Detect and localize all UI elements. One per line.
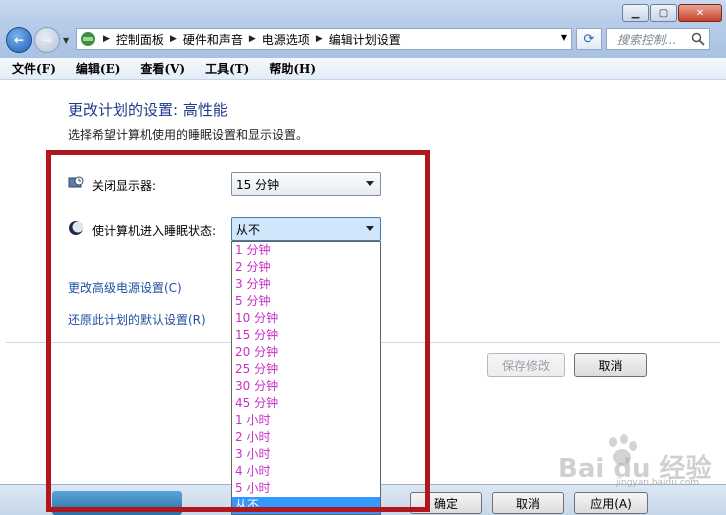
- address-bar[interactable]: ▶ 控制面板 ▶ 硬件和声音 ▶ 电源选项 ▶ 编辑计划设置 ▼: [76, 28, 572, 50]
- address-dropdown-icon[interactable]: ▼: [561, 33, 567, 42]
- sleep-option[interactable]: 15 分钟: [232, 327, 380, 344]
- breadcrumb: 控制面板 ▶ 硬件和声音 ▶ 电源选项 ▶ 编辑计划设置: [116, 31, 401, 48]
- menu-bar: 文件(F) 编辑(E) 查看(V) 工具(T) 帮助(H): [0, 58, 726, 80]
- forward-arrow-icon[interactable]: →: [34, 27, 60, 53]
- breadcrumb-separator-icon: ▶: [103, 34, 110, 44]
- breadcrumb-separator-icon[interactable]: ▶: [316, 34, 323, 44]
- sleep-option[interactable]: 3 小时: [232, 446, 380, 463]
- display-off-select[interactable]: 15 分钟: [231, 172, 381, 196]
- sleep-options-list[interactable]: 1 分钟 2 分钟 3 分钟 5 分钟 10 分钟 15 分钟 20 分钟 25 分钟 30 分…: [231, 241, 381, 515]
- breadcrumb-separator-icon[interactable]: ▶: [249, 34, 256, 44]
- watermark-url: jingyan.baidu.com: [616, 478, 700, 488]
- sleep-option[interactable]: 1 分钟: [232, 242, 380, 259]
- background-window-graphic: [52, 491, 182, 515]
- page-title: 更改计划的设置: 高性能: [68, 101, 228, 119]
- monitor-clock-icon: [68, 176, 84, 188]
- close-button[interactable]: ✕: [678, 4, 722, 22]
- sleep-option[interactable]: 5 小时: [232, 480, 380, 497]
- sleep-option[interactable]: 5 分钟: [232, 293, 380, 310]
- refresh-icon[interactable]: ⟳: [576, 28, 602, 50]
- apply-button[interactable]: 应用(A): [574, 492, 648, 514]
- advanced-power-settings-link[interactable]: 更改高级电源设置(C): [68, 279, 182, 296]
- page-description: 选择希望计算机使用的睡眠设置和显示设置。: [68, 128, 309, 142]
- minimize-button[interactable]: ▁: [622, 4, 649, 22]
- breadcrumb-item-control-panel[interactable]: 控制面板: [116, 31, 164, 48]
- search-input[interactable]: 搜索控制...: [606, 28, 710, 50]
- display-off-label: 关闭显示器:: [92, 179, 157, 193]
- breadcrumb-item-power-options[interactable]: 电源选项: [262, 31, 310, 48]
- window-controls: ▁ ▢ ✕: [622, 4, 722, 22]
- back-arrow-icon[interactable]: ←: [6, 27, 32, 53]
- restore-defaults-link[interactable]: 还原此计划的默认设置(R): [68, 311, 206, 328]
- sleep-option[interactable]: 1 小时: [232, 412, 380, 429]
- moon-icon: [69, 221, 84, 235]
- menu-tools[interactable]: 工具(T): [205, 60, 249, 77]
- sleep-option[interactable]: 25 分钟: [232, 361, 380, 378]
- display-off-value: 15 分钟: [236, 177, 280, 192]
- chevron-down-icon: [366, 181, 374, 186]
- sleep-option[interactable]: 从不: [232, 497, 380, 514]
- sleep-option[interactable]: 10 分钟: [232, 310, 380, 327]
- bottom-cancel-button[interactable]: 取消: [492, 492, 564, 514]
- navigation-buttons: ← → ▼: [6, 26, 69, 54]
- search-icon[interactable]: [691, 32, 705, 46]
- breadcrumb-item-hardware-sound[interactable]: 硬件和声音: [183, 31, 243, 48]
- breadcrumb-item-edit-plan[interactable]: 编辑计划设置: [329, 31, 401, 48]
- menu-edit[interactable]: 编辑(E): [76, 60, 121, 77]
- menu-file[interactable]: 文件(F): [12, 60, 56, 77]
- sleep-option[interactable]: 2 分钟: [232, 259, 380, 276]
- menu-view[interactable]: 查看(V): [140, 60, 185, 77]
- cancel-button[interactable]: 取消: [574, 353, 647, 377]
- sleep-label: 使计算机进入睡眠状态:: [92, 224, 217, 238]
- sleep-select[interactable]: 从不: [231, 217, 381, 241]
- recent-pages-dropdown-icon[interactable]: ▼: [63, 36, 69, 45]
- chevron-down-icon: [366, 226, 374, 231]
- search-placeholder: 搜索控制...: [617, 32, 677, 47]
- maximize-button[interactable]: ▢: [650, 4, 677, 22]
- ok-button[interactable]: 确定: [410, 492, 482, 514]
- control-panel-icon: [79, 30, 97, 48]
- sleep-value: 从不: [236, 222, 261, 237]
- save-changes-button[interactable]: 保存修改: [487, 353, 565, 377]
- sleep-option[interactable]: 45 分钟: [232, 395, 380, 412]
- breadcrumb-separator-icon[interactable]: ▶: [170, 34, 177, 44]
- sleep-option[interactable]: 2 小时: [232, 429, 380, 446]
- sleep-option[interactable]: 4 小时: [232, 463, 380, 480]
- sleep-option[interactable]: 3 分钟: [232, 276, 380, 293]
- sleep-option[interactable]: 20 分钟: [232, 344, 380, 361]
- sleep-option[interactable]: 30 分钟: [232, 378, 380, 395]
- menu-help[interactable]: 帮助(H): [269, 60, 316, 77]
